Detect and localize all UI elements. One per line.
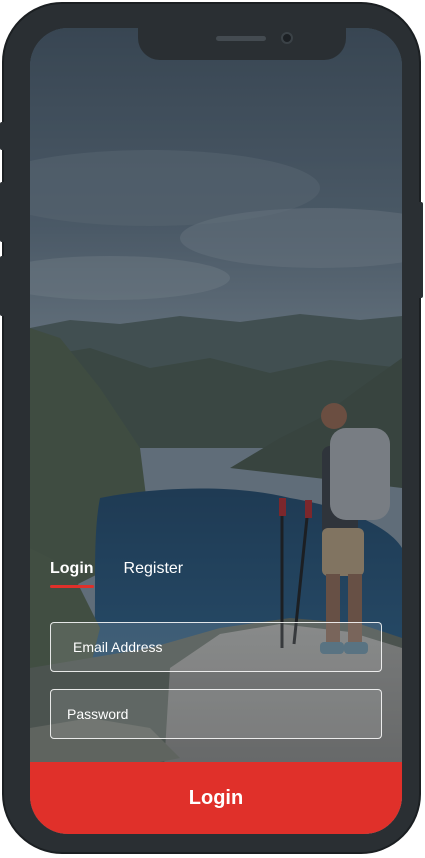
front-camera-icon — [281, 32, 293, 44]
notch — [138, 28, 346, 60]
mute-switch — [0, 122, 6, 150]
power-button — [417, 202, 423, 298]
tab-register[interactable]: Register — [124, 560, 184, 588]
tab-login[interactable]: Login — [50, 560, 94, 588]
app-screen: Login Register Login — [30, 28, 402, 834]
earpiece-speaker-icon — [216, 36, 266, 41]
phone-frame: Login Register Login — [0, 2, 423, 854]
auth-tabs: Login Register — [50, 560, 183, 588]
volume-down-button — [0, 256, 6, 316]
email-field[interactable] — [50, 622, 382, 672]
password-field[interactable] — [50, 689, 382, 739]
volume-up-button — [0, 182, 6, 242]
login-button[interactable]: Login — [30, 762, 402, 834]
